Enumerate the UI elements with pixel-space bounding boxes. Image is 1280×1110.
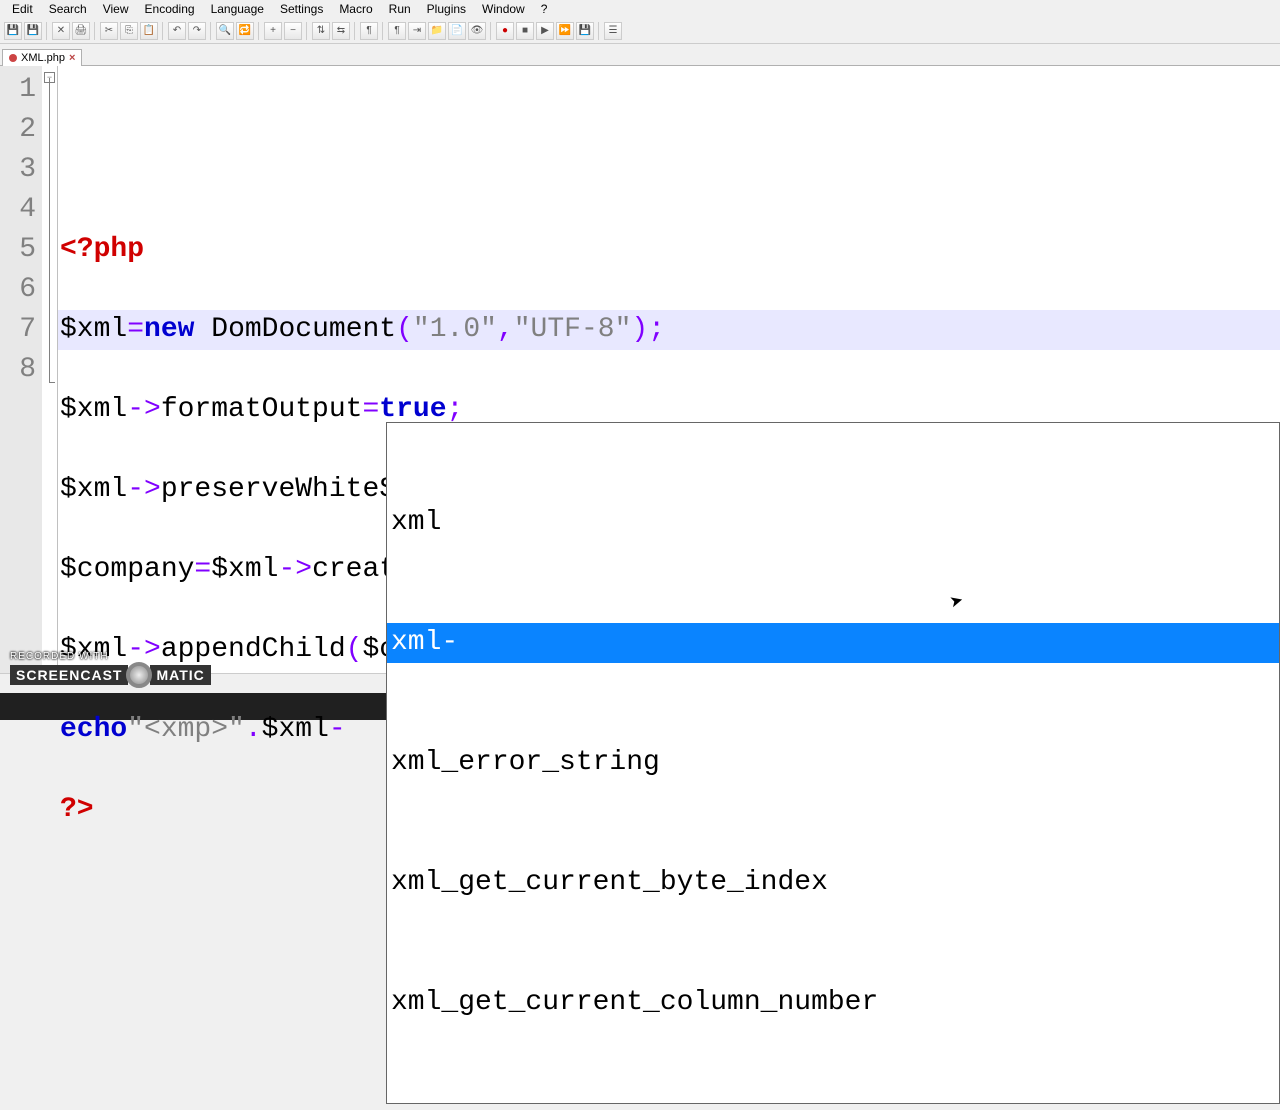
zoom-in-icon[interactable]: +	[264, 22, 282, 40]
close-icon[interactable]: ✕	[52, 22, 70, 40]
line-number: 7	[0, 310, 36, 350]
record-icon[interactable]: ●	[496, 22, 514, 40]
stop-icon[interactable]: ■	[516, 22, 534, 40]
tab-file[interactable]: XML.php ×	[2, 49, 82, 66]
cut-icon[interactable]: ✂	[100, 22, 118, 40]
menu-search[interactable]: Search	[41, 1, 95, 17]
menu-edit[interactable]: Edit	[4, 1, 41, 17]
menu-view[interactable]: View	[95, 1, 137, 17]
paste-icon[interactable]: 📋	[140, 22, 158, 40]
autocomplete-item[interactable]: xml_get_current_byte_index	[387, 863, 1279, 903]
menu-plugins[interactable]: Plugins	[419, 1, 474, 17]
modified-icon	[9, 54, 17, 62]
line-number: 2	[0, 110, 36, 150]
save-icon[interactable]: 💾	[4, 22, 22, 40]
replace-icon[interactable]: 🔁	[236, 22, 254, 40]
autocomplete-item[interactable]: xml_error_string	[387, 743, 1279, 783]
fold-margin[interactable]: −	[42, 66, 58, 676]
line-number: 1	[0, 70, 36, 110]
sync-v-icon[interactable]: ⇅	[312, 22, 330, 40]
toolbar: 💾 💾 ✕ 🖨 ✂ ⎘ 📋 ↶ ↷ 🔍 🔁 + − ⇅ ⇆ ¶ ¶ ⇥ 📁 📄 …	[0, 18, 1280, 44]
watermark-right: MATIC	[150, 665, 210, 685]
menu-macro[interactable]: Macro	[331, 1, 380, 17]
hide-icon[interactable]: 👁	[468, 22, 486, 40]
menu-help[interactable]: ?	[533, 1, 556, 17]
line-number: 8	[0, 350, 36, 390]
menu-run[interactable]: Run	[381, 1, 419, 17]
line-number: 3	[0, 150, 36, 190]
watermark: RECORDED WITH SCREENCAST MATIC	[10, 651, 211, 688]
find-icon[interactable]: 🔍	[216, 22, 234, 40]
line-number: 6	[0, 270, 36, 310]
folder-icon[interactable]: 📁	[428, 22, 446, 40]
watermark-circle-icon	[126, 662, 152, 688]
menu-language[interactable]: Language	[203, 1, 272, 17]
menu-bar: Edit Search View Encoding Language Setti…	[0, 0, 1280, 18]
menu-encoding[interactable]: Encoding	[137, 1, 203, 17]
save-macro-icon[interactable]: 💾	[576, 22, 594, 40]
tab-close-icon[interactable]: ×	[69, 52, 75, 64]
show-symbol-icon[interactable]: ¶	[388, 22, 406, 40]
editor-area[interactable]: 1 2 3 4 5 6 7 8 − <?php $xml=new DomDocu…	[0, 66, 1280, 676]
undo-icon[interactable]: ↶	[168, 22, 186, 40]
sync-h-icon[interactable]: ⇆	[332, 22, 350, 40]
line-number: 4	[0, 190, 36, 230]
copy-icon[interactable]: ⎘	[120, 22, 138, 40]
line-number: 5	[0, 230, 36, 270]
autocomplete-item[interactable]: xml_get_current_column_number	[387, 983, 1279, 1023]
tab-bar: XML.php ×	[0, 44, 1280, 66]
code-text[interactable]: <?php $xml=new DomDocument("1.0","UTF-8"…	[58, 66, 1280, 676]
line-gutter: 1 2 3 4 5 6 7 8	[0, 66, 42, 676]
fast-icon[interactable]: ⏩	[556, 22, 574, 40]
zoom-out-icon[interactable]: −	[284, 22, 302, 40]
redo-icon[interactable]: ↷	[188, 22, 206, 40]
watermark-left: SCREENCAST	[10, 665, 128, 685]
watermark-top: RECORDED WITH	[10, 651, 211, 662]
tab-label: XML.php	[21, 52, 65, 64]
autocomplete-popup[interactable]: xml xml- xml_error_string xml_get_curren…	[386, 422, 1280, 1104]
doc-icon[interactable]: 📄	[448, 22, 466, 40]
autocomplete-item[interactable]: xml	[387, 503, 1279, 543]
save-all-icon[interactable]: 💾	[24, 22, 42, 40]
menu-settings[interactable]: Settings	[272, 1, 331, 17]
wordwrap-icon[interactable]: ¶	[360, 22, 378, 40]
indent-icon[interactable]: ⇥	[408, 22, 426, 40]
menu-window[interactable]: Window	[474, 1, 533, 17]
misc-icon[interactable]: ☰	[604, 22, 622, 40]
print-icon[interactable]: 🖨	[72, 22, 90, 40]
autocomplete-item-selected[interactable]: xml-	[387, 623, 1279, 663]
play-icon[interactable]: ▶	[536, 22, 554, 40]
